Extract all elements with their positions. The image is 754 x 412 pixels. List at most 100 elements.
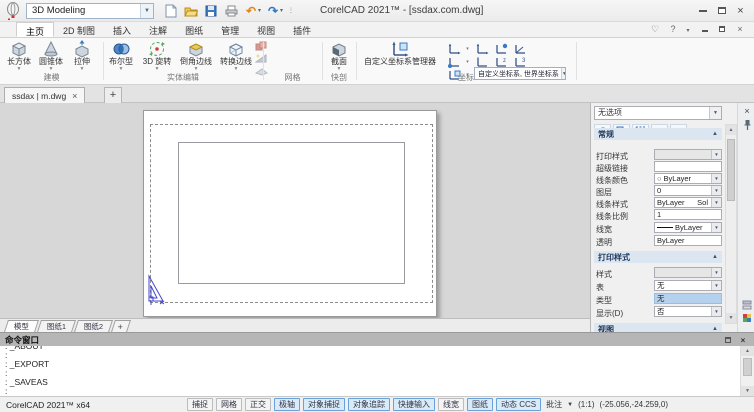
- workspace-selector[interactable]: 3D Modeling ▼: [26, 3, 154, 19]
- collapse-icon[interactable]: ▲: [712, 131, 718, 137]
- redo-dropdown-arrow[interactable]: ▾: [280, 7, 288, 14]
- collapse-icon[interactable]: ▲: [712, 254, 718, 260]
- ccs-x-button[interactable]: [474, 42, 491, 55]
- scrollbar-thumb[interactable]: [727, 139, 735, 201]
- ccs-manager-button[interactable]: 自定义坐标系管理器: [360, 39, 440, 66]
- chevron-down-icon[interactable]: ▼: [709, 107, 721, 119]
- section-button[interactable]: 截面▼: [325, 39, 353, 72]
- layers-strip-icon[interactable]: [741, 299, 753, 311]
- palette-scrollbar[interactable]: ▲ ▼: [725, 124, 737, 324]
- boolean-button[interactable]: 布尔型▼: [105, 39, 137, 72]
- colors-strip-icon[interactable]: [741, 312, 753, 324]
- add-sheet-button[interactable]: +: [111, 320, 131, 332]
- status-sheet-button[interactable]: 图纸: [467, 398, 493, 411]
- drawing-canvas[interactable]: [0, 103, 590, 318]
- help-dropdown-arrow[interactable]: ▾: [681, 27, 695, 34]
- command-prompt[interactable]: :: [5, 387, 735, 396]
- status-lineweight-button[interactable]: 线宽: [438, 398, 464, 411]
- convert-edges-button[interactable]: 转换边线▼: [217, 39, 255, 72]
- chevron-down-icon[interactable]: ▼: [711, 186, 721, 195]
- tab-annotate[interactable]: 注解: [140, 22, 176, 37]
- 3d-rotate-button[interactable]: 3D 旋转▼: [139, 39, 175, 72]
- tab-home[interactable]: 主页: [16, 22, 54, 37]
- doc-close-icon[interactable]: ×: [733, 24, 747, 34]
- sheet-tab-sheet1[interactable]: 图纸1: [37, 320, 76, 332]
- cone-button[interactable]: 圆锥体▼: [36, 39, 66, 72]
- tab-view[interactable]: 视图: [248, 22, 284, 37]
- restore-button[interactable]: [713, 3, 730, 18]
- section-header-print-style[interactable]: 打印样式 ▲: [594, 251, 722, 263]
- section-header-view[interactable]: 视图 ▲: [594, 323, 722, 332]
- scroll-up-icon[interactable]: ▲: [726, 125, 736, 135]
- document-tab-close-icon[interactable]: ×: [72, 91, 77, 101]
- status-ortho-button[interactable]: 正交: [245, 398, 271, 411]
- doc-minimize-icon[interactable]: [698, 24, 712, 34]
- chevron-down-icon[interactable]: ▼: [711, 198, 721, 207]
- command-history[interactable]: : _ABOUT : : _EXPORT : : _SAVEAS :: [0, 346, 740, 396]
- tab-2d-drafting[interactable]: 2D 制图: [54, 22, 104, 37]
- scrollbar-thumb[interactable]: [743, 358, 752, 376]
- line-weight-field[interactable]: ByLayer▼: [654, 222, 722, 233]
- minimize-button[interactable]: [694, 3, 711, 18]
- ccs-y-button[interactable]: [493, 42, 510, 55]
- extrude-button[interactable]: 拉伸▼: [68, 39, 96, 72]
- ccs-origin-button[interactable]: [446, 55, 463, 68]
- save-button[interactable]: [202, 2, 220, 19]
- ccs-axis-button[interactable]: [446, 42, 463, 55]
- palette-close-icon[interactable]: ×: [741, 105, 753, 117]
- chevron-down-icon[interactable]: ▼: [711, 307, 721, 316]
- scroll-down-icon[interactable]: ▼: [741, 386, 754, 396]
- drawn-rectangle[interactable]: [178, 142, 405, 284]
- annotation-scale-button[interactable]: 批注: [544, 398, 564, 411]
- layer-field[interactable]: 0▼: [654, 185, 722, 196]
- chevron-down-icon[interactable]: ▼: [140, 4, 153, 18]
- scroll-up-icon[interactable]: ▲: [741, 346, 754, 356]
- status-snap-button[interactable]: 捕捉: [187, 398, 213, 411]
- close-button[interactable]: ×: [732, 3, 749, 18]
- display-field[interactable]: 否▼: [654, 306, 722, 317]
- line-color-field[interactable]: ○ByLayer▼: [654, 173, 722, 184]
- sheet-tab-sheet2[interactable]: 图纸2: [74, 320, 113, 332]
- help-icon[interactable]: ?: [666, 24, 680, 34]
- status-polar-button[interactable]: 极轴: [274, 398, 300, 411]
- new-document-tab-button[interactable]: +: [104, 87, 122, 103]
- new-document-button[interactable]: [162, 2, 180, 19]
- hyperlink-field[interactable]: [654, 161, 722, 172]
- status-quickinput-button[interactable]: 快捷输入: [393, 398, 435, 411]
- chevron-down-icon[interactable]: ▾: [464, 46, 471, 52]
- selection-filter-combo[interactable]: 无选项 ▼: [594, 106, 722, 120]
- status-esnap-button[interactable]: 对象捕捉: [303, 398, 345, 411]
- chevron-down-icon[interactable]: ▾: [464, 59, 471, 65]
- line-style-field[interactable]: ByLayerSol▼: [654, 197, 722, 208]
- box-button[interactable]: 长方体▼: [4, 39, 34, 72]
- type-field[interactable]: 无: [654, 293, 722, 304]
- doc-restore-icon[interactable]: [715, 24, 729, 34]
- document-tab[interactable]: ssdax | m.dwg ×: [4, 87, 85, 103]
- command-window-header[interactable]: 命令窗口 ×: [0, 333, 754, 346]
- chamfer-edges-button[interactable]: 倒角边线▼: [177, 39, 215, 72]
- ccs-z-button[interactable]: [512, 42, 529, 55]
- qat-customize-icon[interactable]: ⋮: [288, 7, 296, 14]
- sheet-tab-model[interactable]: 模型: [4, 320, 39, 332]
- command-scrollbar[interactable]: ▲ ▼: [740, 346, 754, 396]
- tab-manage[interactable]: 管理: [212, 22, 248, 37]
- palette-pin-icon[interactable]: [741, 119, 753, 131]
- status-dynamic-ccs-button[interactable]: 动态 CCS: [496, 398, 541, 411]
- command-close-icon[interactable]: ×: [737, 335, 749, 345]
- print-button[interactable]: [222, 2, 240, 19]
- transparency-field[interactable]: ByLayer: [654, 235, 722, 246]
- tab-plugins[interactable]: 插件: [284, 22, 320, 37]
- chevron-down-icon[interactable]: ▼: [711, 223, 721, 232]
- chevron-down-icon[interactable]: ▼: [711, 174, 721, 183]
- table-field[interactable]: 无▼: [654, 280, 722, 291]
- open-button[interactable]: [182, 2, 200, 19]
- section-header-general[interactable]: 常规 ▲: [594, 128, 722, 140]
- chevron-down-icon[interactable]: ▼: [567, 402, 573, 408]
- status-etrack-button[interactable]: 对象追踪: [348, 398, 390, 411]
- scroll-down-icon[interactable]: ▼: [726, 313, 736, 323]
- status-grid-button[interactable]: 网格: [216, 398, 242, 411]
- line-scale-field[interactable]: 1: [654, 209, 722, 220]
- chevron-down-icon[interactable]: ▼: [711, 281, 721, 290]
- tab-insert[interactable]: 插入: [104, 22, 140, 37]
- command-restore-icon[interactable]: [722, 335, 734, 345]
